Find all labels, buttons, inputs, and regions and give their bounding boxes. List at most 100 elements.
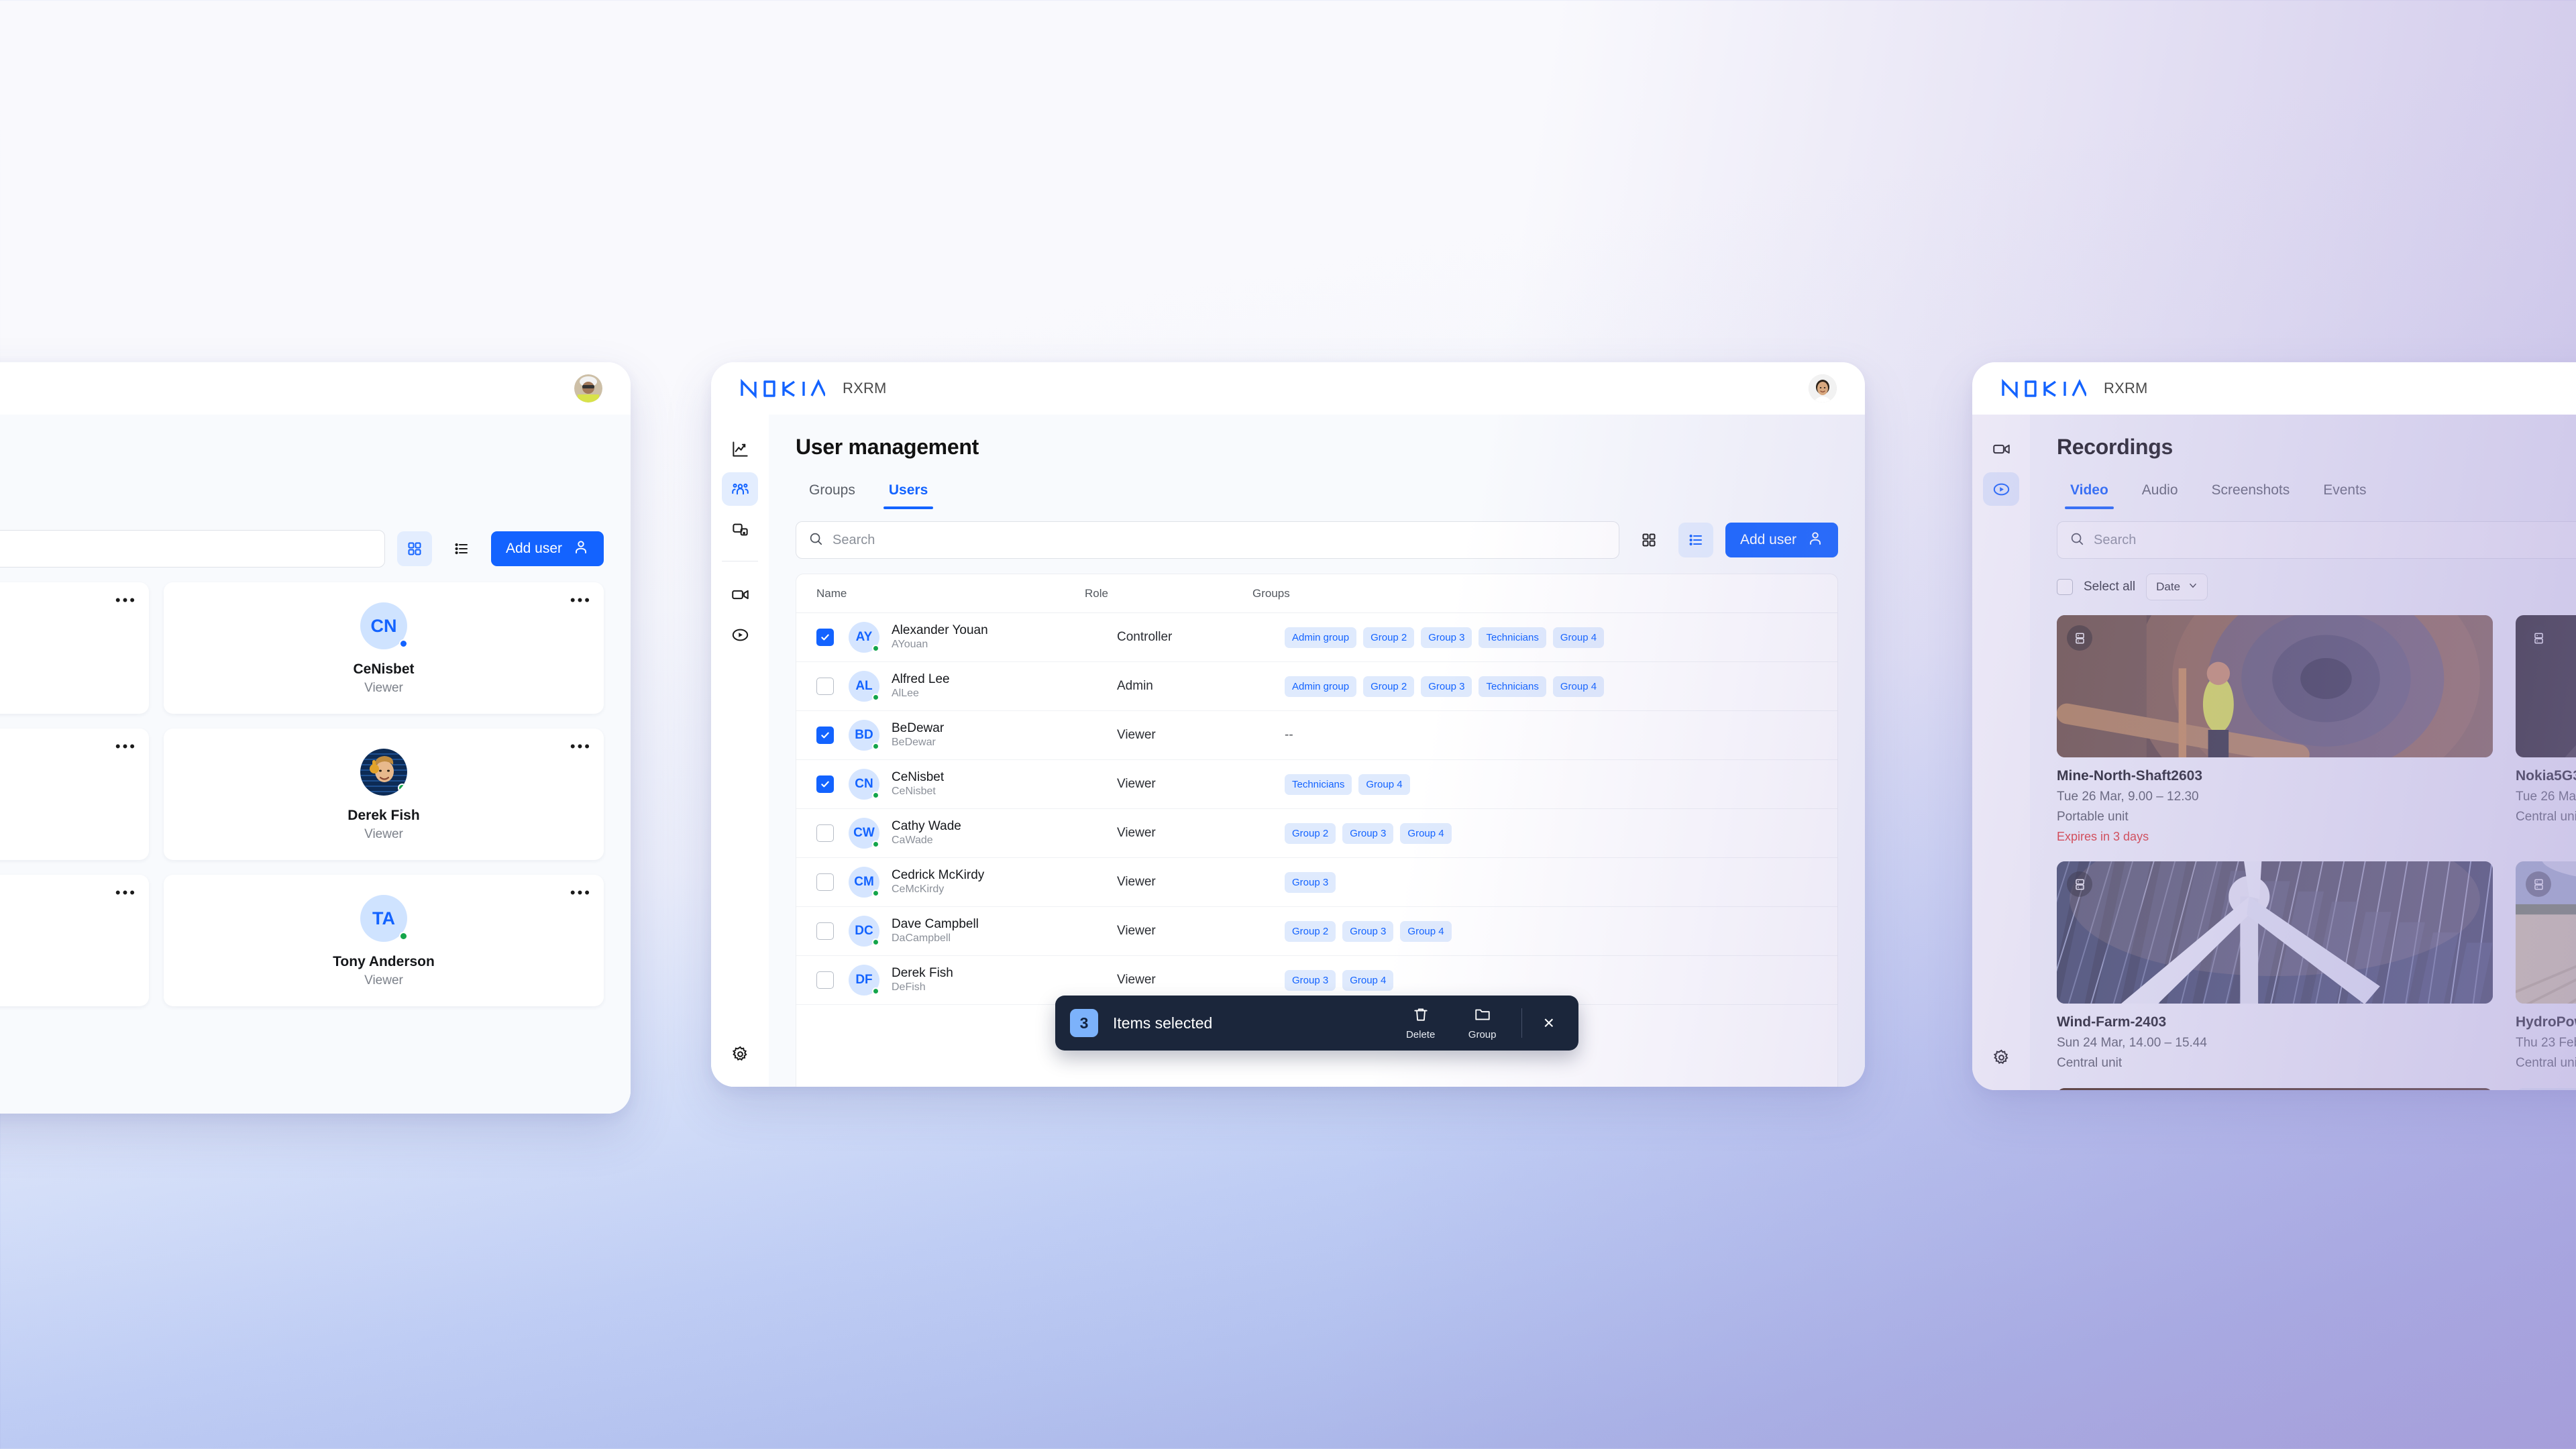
recording-card[interactable]: HydroPower-Tampere1502 Thu 23 Feb, 10.00 … — [2516, 861, 2576, 1071]
group-chip[interactable]: Group 2 — [1363, 627, 1415, 648]
user-username: DaCampbell — [892, 932, 951, 945]
recording-card[interactable]: Mine-North-Shaft2603 Tue 26 Mar, 9.00 – 1… — [2057, 615, 2493, 844]
group-chip[interactable]: Technicians — [1285, 773, 1352, 795]
sidebar-item-video[interactable] — [722, 578, 758, 611]
card-more-icon[interactable]: ••• — [570, 739, 592, 754]
user-avatar[interactable] — [574, 374, 602, 402]
sidebar-item-devices[interactable] — [722, 513, 758, 546]
table-row[interactable]: CM Cedrick McKirdy CeMcKirdy Viewer Group 3 — [796, 858, 1837, 907]
add-user-button[interactable]: Add user — [490, 531, 604, 566]
group-chip[interactable]: Group 3 — [1285, 969, 1336, 991]
group-chip[interactable]: Group 3 — [1285, 871, 1336, 893]
group-chip[interactable]: Group 3 — [1342, 920, 1394, 942]
table-row[interactable]: AY Alexander Youan AYouan Controller Admin g… — [796, 613, 1837, 662]
tab-users[interactable]: Users — [875, 477, 941, 509]
tab-events[interactable]: Events — [2310, 477, 2379, 509]
user-username: BeDewar — [892, 737, 936, 749]
group-chip[interactable]: Group 3 — [1342, 822, 1394, 844]
table-row[interactable]: CW Cathy Wade CaWade Viewer Group 2 Group 3 Gr… — [796, 809, 1837, 858]
grid-view-button[interactable] — [1631, 523, 1666, 557]
user-card[interactable]: ••• — [0, 729, 149, 860]
group-chip[interactable]: Group 2 — [1363, 676, 1415, 697]
recording-thumbnail[interactable] — [2057, 1088, 2493, 1090]
user-card[interactable]: ••• CN CeNisbet Viewer — [164, 582, 604, 714]
tab-groups[interactable]: Groups — [796, 477, 869, 509]
recording-thumbnail[interactable] — [2516, 615, 2576, 757]
table-row[interactable]: CN CeNisbet CeNisbet Viewer Technicians Group… — [796, 760, 1837, 809]
avatar-initials: CW — [853, 826, 875, 840]
card-more-icon[interactable]: ••• — [570, 593, 592, 608]
tab-screenshots[interactable]: Screenshots — [2198, 477, 2304, 509]
sidebar-item-recordings[interactable] — [722, 618, 758, 651]
sidebar-item-users[interactable] — [722, 472, 758, 506]
sidebar-item-analytics[interactable] — [722, 432, 758, 466]
select-all-checkbox[interactable] — [2057, 579, 2073, 595]
group-chip[interactable]: Admin group — [1285, 627, 1357, 648]
sort-select[interactable]: Date — [2146, 574, 2208, 600]
tab-video[interactable]: Video — [2057, 477, 2122, 509]
groups-cell: Group 2 Group 3 Group 4 — [1285, 920, 1817, 942]
search-input[interactable]: Search — [796, 521, 1619, 559]
group-chip[interactable]: Group 4 — [1342, 969, 1394, 991]
row-checkbox[interactable] — [816, 873, 834, 891]
group-chip[interactable]: Group 3 — [1421, 676, 1472, 697]
recording-thumbnail[interactable] — [2516, 861, 2576, 1004]
close-selection-button[interactable]: × — [1537, 1010, 1561, 1036]
recording-thumbnail[interactable] — [2057, 861, 2493, 1004]
recording-card[interactable] — [2516, 1088, 2576, 1090]
tab-audio[interactable]: Audio — [2129, 477, 2192, 509]
user-avatar[interactable] — [1809, 374, 1837, 402]
group-chip[interactable]: Group 4 — [1358, 773, 1410, 795]
group-button[interactable]: Group — [1452, 1006, 1513, 1040]
grid-view-button[interactable] — [396, 531, 432, 566]
table-row[interactable]: BD BeDewar BeDewar Viewer -- — [796, 711, 1837, 760]
row-checkbox[interactable] — [816, 678, 834, 695]
sidebar-item-video[interactable] — [1983, 432, 2019, 466]
table-row[interactable]: AL Alfred Lee AlLee Admin Admin group Group 2… — [796, 662, 1837, 711]
card-more-icon[interactable]: ••• — [570, 885, 592, 900]
card-more-icon[interactable]: ••• — [115, 739, 137, 754]
user-card[interactable]: ••• TA Tony Anderson Viewer — [164, 875, 604, 1006]
sidebar-item-settings[interactable] — [1983, 1040, 2019, 1074]
group-chip[interactable]: Technicians — [1479, 676, 1546, 697]
sidebar-item-recordings[interactable] — [1983, 472, 2019, 506]
row-checkbox[interactable] — [816, 775, 834, 793]
group-chip[interactable]: Group 4 — [1552, 676, 1605, 697]
recording-card[interactable]: Nokia5G360_Mine2603 Tue 26 Mar, 13.00 – 1… — [2516, 615, 2576, 844]
recording-card[interactable] — [2057, 1088, 2493, 1090]
search-input[interactable] — [0, 530, 385, 568]
user-card[interactable]: ••• CK Charles King Viewer — [0, 875, 149, 1006]
card-more-icon[interactable]: ••• — [115, 885, 137, 900]
recording-thumbnail[interactable] — [2516, 1088, 2576, 1090]
role-cell: Admin — [1117, 679, 1153, 693]
group-chip[interactable]: Group 3 — [1421, 627, 1472, 648]
list-view-button[interactable] — [1678, 523, 1713, 557]
group-chip[interactable]: Group 2 — [1285, 822, 1336, 844]
row-checkbox[interactable] — [816, 727, 834, 744]
user-card[interactable]: ••• BD BeDewar Admin — [0, 582, 149, 714]
row-checkbox[interactable] — [816, 824, 834, 842]
center-topbar: RXRM — [711, 362, 1865, 415]
sidebar-item-settings[interactable] — [722, 1037, 758, 1071]
table-body: AY Alexander Youan AYouan Controller Admin g… — [796, 613, 1837, 1005]
recording-type-icon — [2067, 871, 2092, 897]
row-checkbox[interactable] — [816, 971, 834, 989]
group-chip[interactable]: Group 4 — [1552, 627, 1605, 648]
table-row[interactable]: DC Dave Campbell DaCampbell Viewer Group 2 Gr… — [796, 907, 1837, 956]
add-user-button[interactable]: Add user — [1725, 523, 1838, 557]
group-chip[interactable]: Group 4 — [1400, 920, 1452, 942]
recording-thumbnail[interactable] — [2057, 615, 2493, 757]
group-chip[interactable]: Group 2 — [1285, 920, 1336, 942]
list-view-button[interactable] — [444, 531, 479, 566]
group-chip[interactable]: Group 4 — [1400, 822, 1452, 844]
recording-card[interactable]: Wind-Farm-2403 Sun 24 Mar, 14.00 – 15.44 C… — [2057, 861, 2493, 1071]
row-checkbox[interactable] — [816, 922, 834, 940]
group-chip[interactable]: Technicians — [1479, 627, 1546, 648]
search-input[interactable]: Search — [2057, 521, 2576, 559]
nokia-logo-icon — [739, 378, 825, 398]
user-card[interactable]: ••• — [164, 729, 604, 860]
group-chip[interactable]: Admin group — [1285, 676, 1357, 697]
row-checkbox[interactable] — [816, 629, 834, 646]
card-more-icon[interactable]: ••• — [115, 593, 137, 608]
delete-button[interactable]: Delete — [1390, 1006, 1452, 1040]
